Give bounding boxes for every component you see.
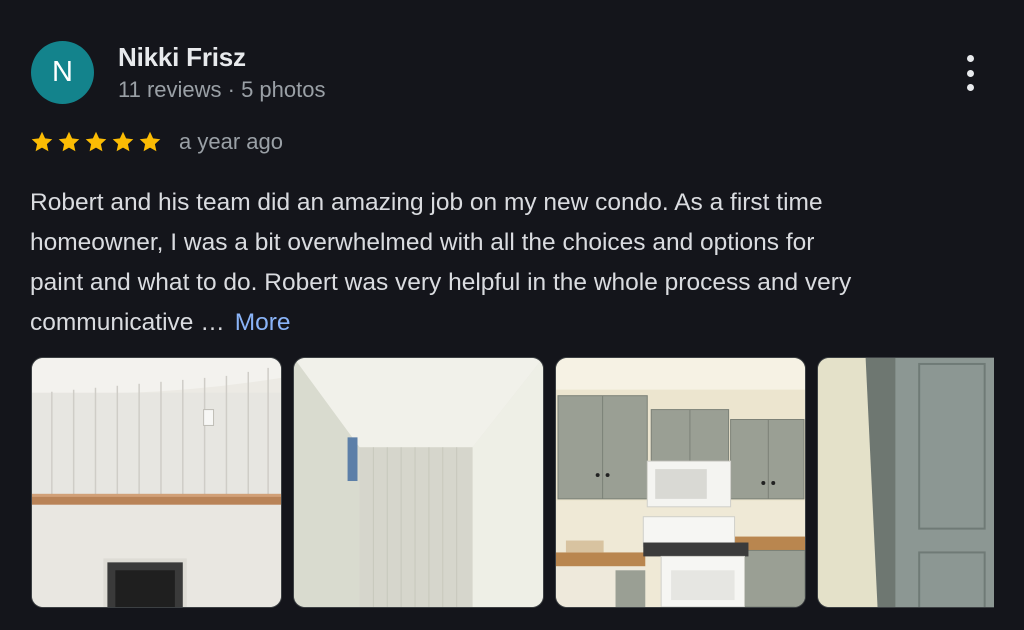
fireplace-photo [32, 358, 281, 607]
review-card: N Nikki Frisz 11 reviews · 5 photos a ye… [0, 0, 1024, 630]
star-rating [30, 130, 162, 154]
review-time: a year ago [179, 129, 283, 154]
star-icon [85, 131, 107, 152]
review-line: paint and what to do. Robert was very he… [30, 269, 852, 296]
review-line: Robert and his team did an amazing job o… [30, 189, 823, 216]
more-options-button[interactable] [955, 55, 985, 91]
star-icon [31, 131, 53, 152]
reviewer-name[interactable]: Nikki Frisz [118, 42, 246, 73]
star-icon [58, 131, 80, 152]
avatar[interactable]: N [31, 41, 94, 104]
more-vert-icon-dot [966, 84, 974, 91]
photo-thumbnail-kitchen[interactable] [555, 357, 806, 608]
review-text: Robert and his team did an amazing job o… [30, 183, 995, 343]
photo-thumbnail-hallway[interactable] [293, 357, 544, 608]
more-vert-icon [966, 55, 974, 62]
avatar-initial: N [52, 56, 73, 88]
review-line: homeowner, I was a bit overwhelmed with … [30, 229, 815, 256]
door-photo [818, 358, 994, 607]
review-line-last: communicative … More [30, 303, 995, 343]
rating-row: a year ago [30, 129, 283, 155]
more-vert-icon-dot [966, 69, 974, 77]
hallway-photo [294, 358, 543, 607]
reviewer-meta: 11 reviews · 5 photos [118, 77, 326, 102]
photo-thumbnail-fireplace[interactable] [31, 357, 282, 608]
kitchen-photo [556, 358, 805, 607]
more-link[interactable]: More [235, 309, 291, 336]
photo-thumbnail-door[interactable] [817, 357, 994, 608]
star-icon [112, 131, 134, 152]
star-icon [139, 131, 161, 152]
review-line-text: communicative … [30, 309, 225, 336]
photo-strip [31, 357, 994, 610]
